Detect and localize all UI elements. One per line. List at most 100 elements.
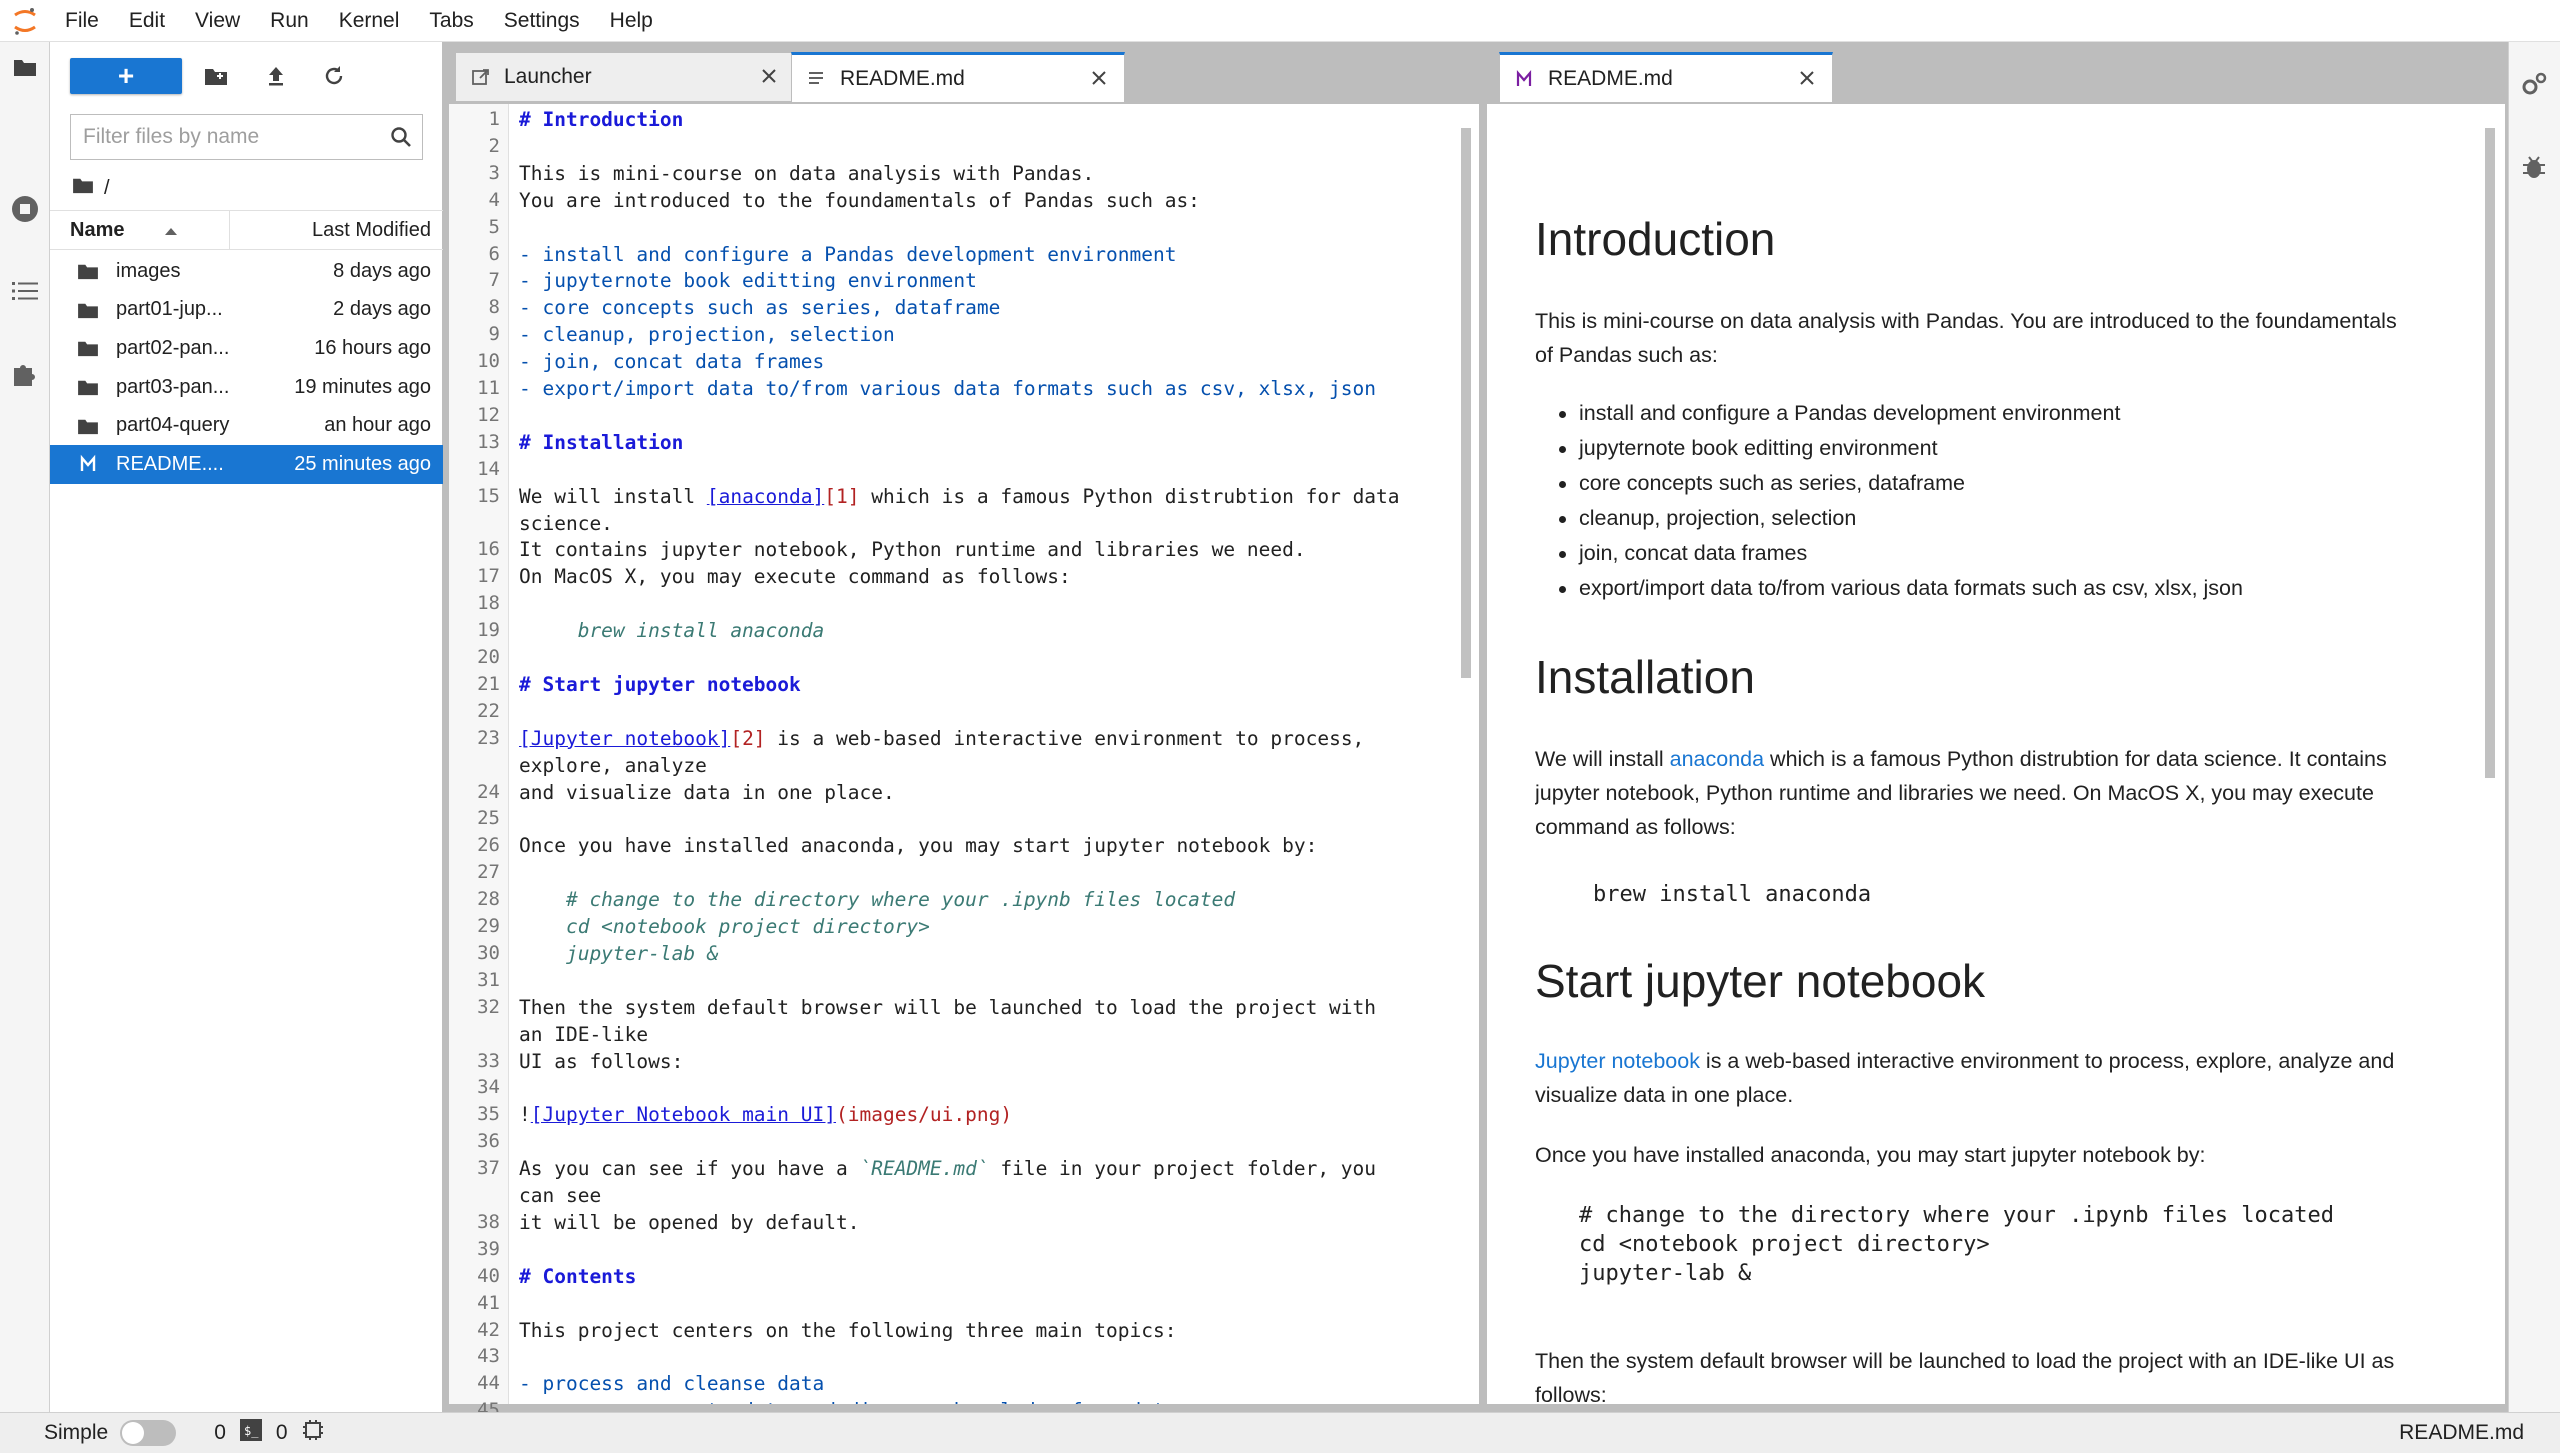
line-number: 8 — [488, 296, 500, 319]
anaconda-link[interactable]: anaconda — [1670, 747, 1764, 771]
code-token: [Jupyter notebook] — [519, 726, 731, 750]
new-folder-button[interactable] — [196, 58, 236, 94]
code-token: # Introduction — [519, 108, 684, 131]
code-line: - process and cleanse data — [519, 1372, 824, 1395]
close-icon[interactable] — [758, 65, 780, 87]
code-token: science. — [519, 511, 613, 535]
code-line: - export/import data to/from various dat… — [519, 377, 1376, 400]
code-token: # change to the directory where your .ip… — [519, 888, 1236, 912]
home-folder-icon[interactable] — [72, 176, 94, 200]
line-number: 11 — [477, 377, 500, 399]
file-filter-input[interactable] — [71, 125, 371, 149]
kernel-count[interactable]: 0 — [214, 1421, 226, 1445]
code-token: [anaconda] — [706, 484, 825, 508]
line-number-gutter: 1 2 3 4 5 6 7 8 9 10 11 12 13 14 15 16 17 18 19 20 21 22 23 24 2… — [449, 104, 509, 1421]
table-of-contents-icon[interactable] — [0, 266, 50, 316]
line-number: 27 — [477, 861, 500, 884]
property-inspector-icon[interactable] — [2509, 60, 2559, 110]
preview-bullet-list: install and configure a Pandas developme… — [1535, 396, 2415, 606]
code-line: - install and configure a Pandas develop… — [519, 243, 1176, 266]
tab-launcher[interactable]: Launcher — [455, 52, 795, 102]
code-line: You are introduced to the foundamentals … — [519, 189, 1200, 212]
code-token: - query, aggregate data and discover kno… — [519, 1399, 1176, 1404]
code-line: an IDE-like — [519, 1023, 648, 1046]
code-line: # Contents — [519, 1265, 636, 1288]
menu-view[interactable]: View — [180, 0, 255, 42]
code-token: can see — [519, 1184, 602, 1207]
file-row[interactable]: images 8 days ago — [50, 252, 443, 291]
preview-scrollbar-thumb[interactable] — [2485, 128, 2495, 778]
sort-ascending-icon — [164, 219, 178, 242]
file-modified: 2 days ago — [333, 298, 431, 321]
column-header-last-modified[interactable]: Last Modified — [230, 219, 443, 242]
tab-readme-editor[interactable]: README.md — [791, 52, 1125, 102]
simple-mode-toggle[interactable] — [120, 1420, 177, 1446]
tab-launcher-label: Launcher — [504, 65, 592, 88]
code-token: - jupyternote book editting environment — [519, 269, 977, 293]
code-line: - cleanup, projection, selection — [519, 323, 895, 346]
svg-text:$_: $_ — [244, 1424, 259, 1438]
markdown-preview[interactable]: Introduction This is mini-course on data… — [1483, 104, 2505, 1453]
menu-tabs[interactable]: Tabs — [414, 0, 488, 42]
right-sidebar-tabs — [2508, 42, 2560, 1412]
tab-readme-preview[interactable]: README.md — [1499, 52, 1833, 102]
new-launcher-button[interactable]: + — [70, 58, 182, 94]
file-row[interactable]: part01-jup... 2 days ago — [50, 291, 443, 330]
menu-settings[interactable]: Settings — [489, 0, 595, 42]
code-line: - join, concat data frames — [519, 350, 824, 373]
upload-button[interactable] — [256, 58, 296, 94]
upload-icon — [269, 67, 283, 86]
code-token: On MacOS X, you may execute command as f… — [519, 565, 1071, 589]
code-token: ! — [519, 1103, 531, 1127]
editor-scrollbar-thumb[interactable] — [1461, 128, 1471, 678]
file-browser-toolbar: + — [50, 42, 443, 108]
file-browser-tab-icon[interactable] — [0, 42, 50, 92]
code-token: an IDE-like — [519, 1022, 649, 1046]
tab-readme-preview-label: README.md — [1548, 66, 1673, 90]
editor-code-area[interactable]: # Introduction This is mini-course on dat… — [519, 104, 1449, 1404]
code-line: - core concepts such as series, datafram… — [519, 296, 1000, 319]
terminal-count[interactable]: 0 — [276, 1421, 288, 1445]
menu-run[interactable]: Run — [255, 0, 324, 42]
file-row[interactable]: README.... 25 minutes ago — [50, 444, 443, 484]
file-row[interactable]: part03-pan... 19 minutes ago — [50, 368, 443, 407]
line-number: 5 — [488, 215, 500, 238]
plus-icon: + — [117, 60, 135, 91]
file-row[interactable]: part04-query an hour ago — [50, 406, 443, 445]
refresh-button[interactable] — [314, 58, 354, 94]
menu-edit[interactable]: Edit — [114, 0, 180, 42]
editor-scrollbar[interactable] — [1459, 114, 1473, 1394]
extension-manager-icon[interactable] — [0, 348, 50, 398]
code-token: - core concepts such as series, datafram… — [519, 296, 1001, 320]
line-number: 35 — [477, 1103, 500, 1126]
preview-heading-installation: Installation — [1535, 651, 1755, 703]
column-header-name[interactable]: Name — [50, 210, 230, 250]
code-token: brew install anaconda — [519, 619, 825, 643]
code-token: # Start jupyter notebook — [519, 672, 801, 696]
close-icon[interactable] — [1088, 67, 1110, 89]
file-modified: an hour ago — [324, 414, 431, 437]
close-icon[interactable] — [1796, 67, 1818, 89]
jupyter-logo-icon — [0, 0, 50, 42]
tab-readme-editor-label: README.md — [840, 66, 965, 90]
menu-help[interactable]: Help — [595, 0, 668, 42]
file-filter — [70, 114, 423, 160]
code-line: # change to the directory where your .ip… — [519, 888, 1235, 911]
debugger-icon[interactable] — [2509, 142, 2559, 192]
preview-scrollbar[interactable] — [2483, 114, 2497, 1394]
simple-mode-label: Simple — [44, 1421, 109, 1444]
menu-file[interactable]: File — [50, 0, 114, 42]
file-row[interactable]: part02-pan... 16 hours ago — [50, 329, 443, 368]
terminal-icon: $_ — [239, 1419, 262, 1447]
menu-kernel[interactable]: Kernel — [324, 0, 415, 42]
code-token: As you can see if you have a — [519, 1157, 860, 1181]
markdown-editor[interactable]: 1 2 3 4 5 6 7 8 9 10 11 12 13 14 15 16 17 18 19 20 21 22 23 24 2… — [449, 104, 1479, 1421]
file-list: images 8 days ago part01-jup... 2 days ago p… — [50, 252, 443, 484]
breadcrumb-root[interactable]: / — [104, 177, 110, 200]
line-number: 44 — [477, 1372, 500, 1395]
code-token: which is a famous Python distrubtion for… — [859, 484, 1400, 508]
code-line: Then the system default browser will be … — [519, 996, 1376, 1019]
file-modified: 19 minutes ago — [294, 375, 431, 398]
running-sessions-icon[interactable] — [0, 184, 50, 234]
jupyter-notebook-link[interactable]: Jupyter notebook — [1535, 1049, 1700, 1073]
